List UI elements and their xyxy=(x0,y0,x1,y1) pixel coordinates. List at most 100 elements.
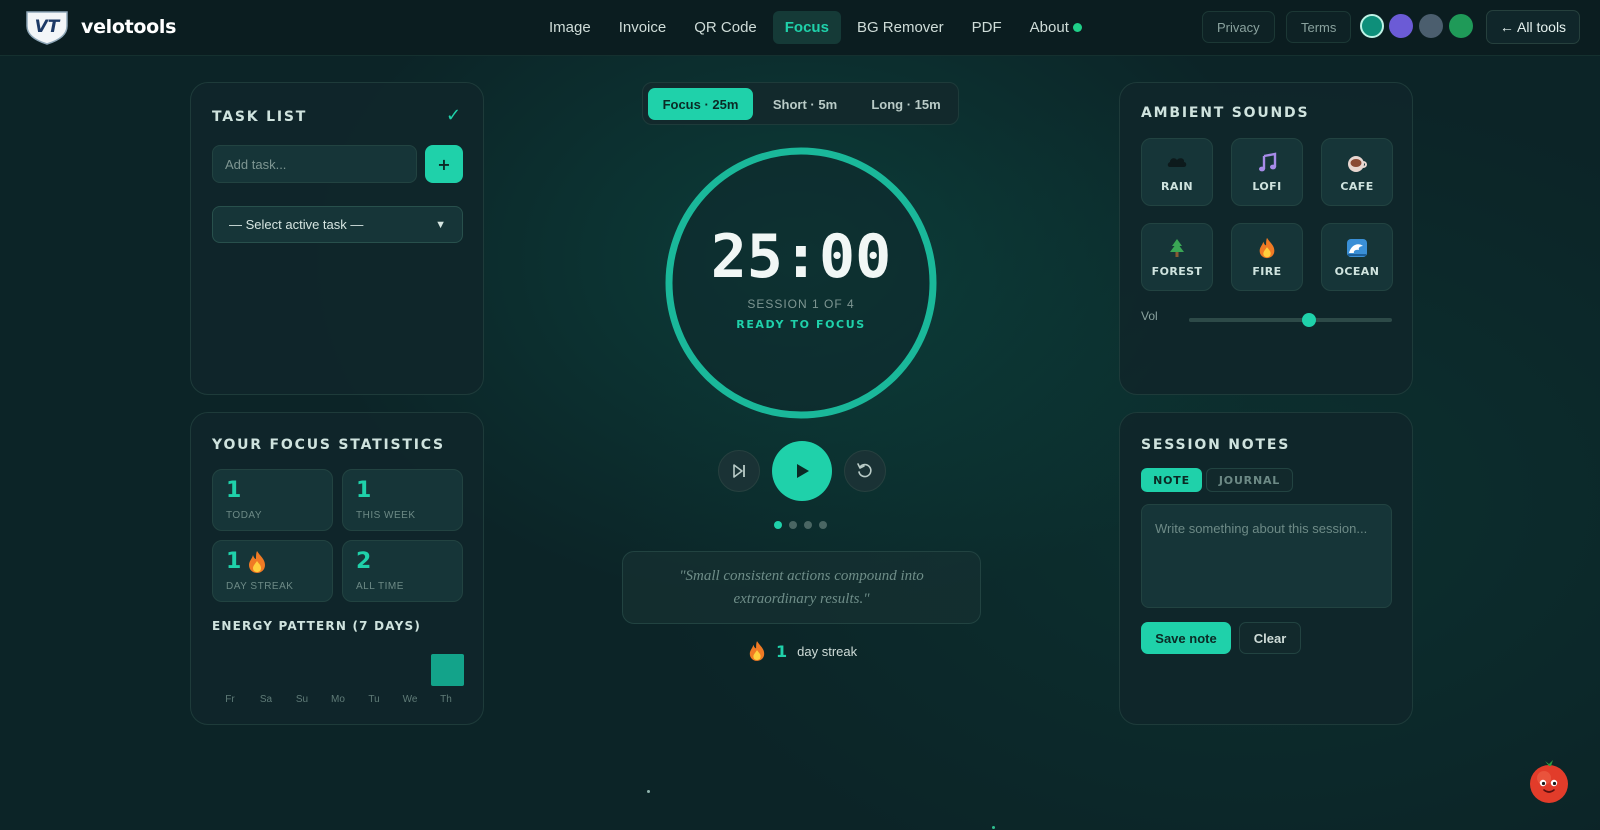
energy-day-label: Sa xyxy=(260,694,273,705)
logo-text: VT xyxy=(35,17,61,37)
music-icon xyxy=(1259,152,1277,171)
coffee-icon xyxy=(1348,155,1367,172)
session-dot xyxy=(774,521,782,529)
stat-card-all-time: 2 ALL TIME xyxy=(342,540,463,602)
focus-statistics-panel: YOUR FOCUS STATISTICS 1 TODAY 1 THIS WEE… xyxy=(190,412,484,725)
cloud-icon xyxy=(1167,157,1187,167)
session-notes-panel: SESSION NOTES NOTE JOURNAL Write somethi… xyxy=(1119,412,1413,725)
nav-item-image[interactable]: Image xyxy=(537,11,603,44)
stat-label: DAY STREAK xyxy=(226,581,294,592)
active-task-select[interactable]: — Select active task — ▼ xyxy=(212,206,463,243)
tomato-mascot-icon[interactable] xyxy=(1527,758,1571,804)
sound-label: LOFI xyxy=(1252,179,1282,193)
timer-status: READY TO FOCUS xyxy=(736,318,866,331)
energy-day-label: Su xyxy=(296,694,308,705)
volume-slider-thumb[interactable] xyxy=(1301,313,1316,327)
add-task-button[interactable]: + xyxy=(425,145,463,183)
sound-label: RAIN xyxy=(1161,179,1193,193)
sound-label: CAFE xyxy=(1340,179,1374,193)
save-note-button[interactable]: Save note xyxy=(1141,622,1231,654)
motivational-quote: "Small consistent actions compound into … xyxy=(622,551,981,624)
session-dot xyxy=(789,521,797,529)
mode-short-break-button[interactable]: Short · 5m xyxy=(755,88,855,120)
streak-count: 1 xyxy=(776,641,788,661)
streak-indicator: 1 day streak xyxy=(748,640,857,662)
nav-item-pdf[interactable]: PDF xyxy=(960,11,1014,44)
top-bar: VT velotools Image Invoice QR Code Focus… xyxy=(0,0,1600,56)
skip-icon xyxy=(733,464,745,478)
session-notes-title: SESSION NOTES xyxy=(1141,437,1291,453)
session-counter: SESSION 1 OF 4 xyxy=(747,297,855,311)
sound-label: OCEAN xyxy=(1334,264,1380,278)
task-list-title: TASK LIST xyxy=(212,109,308,125)
sound-forest-button[interactable]: FOREST xyxy=(1141,223,1213,291)
stat-card-today: 1 TODAY xyxy=(212,469,333,531)
sound-ocean-button[interactable]: OCEAN xyxy=(1321,223,1393,291)
volume-slider[interactable] xyxy=(1189,313,1392,327)
skip-button[interactable] xyxy=(718,450,760,492)
ambient-sounds-panel: AMBIENT SOUNDS RAIN LOFI CAFE FOREST FIR… xyxy=(1119,82,1413,395)
clear-note-button[interactable]: Clear xyxy=(1239,622,1301,654)
sound-label: FOREST xyxy=(1151,264,1203,278)
brand-logo[interactable]: VT xyxy=(24,8,70,46)
flame-icon xyxy=(1259,237,1275,258)
nav-item-qr-code[interactable]: QR Code xyxy=(682,11,769,44)
mode-focus-button[interactable]: Focus · 25m xyxy=(648,88,753,120)
reset-icon xyxy=(857,463,872,478)
theme-swatch-purple[interactable] xyxy=(1389,14,1413,38)
nav-item-focus[interactable]: Focus xyxy=(772,11,841,44)
volume-slider-fill xyxy=(1189,318,1309,322)
flame-icon xyxy=(749,641,765,661)
play-button[interactable] xyxy=(772,441,832,501)
session-dot xyxy=(804,521,812,529)
stat-value: 1 xyxy=(356,478,372,503)
stat-label: TODAY xyxy=(226,510,263,521)
privacy-link[interactable]: Privacy xyxy=(1202,11,1275,43)
chevron-down-icon: ▼ xyxy=(435,218,446,231)
energy-day-label: Fr xyxy=(225,694,235,705)
mode-long-break-button[interactable]: Long · 15m xyxy=(857,88,955,120)
session-note-textarea[interactable]: Write something about this session... xyxy=(1141,504,1392,608)
stat-card-day-streak: 1 DAY STREAK xyxy=(212,540,333,602)
theme-swatch-teal[interactable] xyxy=(1360,14,1384,38)
background-sparkle xyxy=(992,826,995,829)
ambient-sounds-title: AMBIENT SOUNDS xyxy=(1141,105,1310,121)
stat-value-row: 1 xyxy=(226,549,267,574)
reset-button[interactable] xyxy=(844,450,886,492)
energy-day-label: Tu xyxy=(368,694,379,705)
sound-lofi-button[interactable]: LOFI xyxy=(1231,138,1303,206)
status-dot-icon xyxy=(1072,23,1082,32)
tab-journal[interactable]: JOURNAL xyxy=(1206,468,1293,492)
tab-note[interactable]: NOTE xyxy=(1141,468,1202,492)
brand-name[interactable]: velotools xyxy=(81,16,176,38)
energy-pattern-chart: Fr Sa Su Mo Tu We Th xyxy=(225,654,464,705)
timer-display: 25:00 xyxy=(710,222,892,292)
main-nav: Image Invoice QR Code Focus BG Remover P… xyxy=(537,11,1094,44)
terms-link[interactable]: Terms xyxy=(1286,11,1352,43)
session-dots xyxy=(774,521,827,529)
check-icon[interactable]: ✓ xyxy=(446,105,461,126)
all-tools-button[interactable]: ← All tools xyxy=(1486,10,1580,44)
stat-value: 1 xyxy=(226,549,242,574)
nav-item-about[interactable]: About xyxy=(1018,11,1094,44)
energy-day-label: Th xyxy=(440,694,452,705)
nav-item-invoice[interactable]: Invoice xyxy=(607,11,679,44)
theme-swatch-slate[interactable] xyxy=(1419,14,1443,38)
flame-icon xyxy=(249,550,266,573)
play-icon xyxy=(797,464,809,478)
volume-label: Vol xyxy=(1141,309,1158,323)
stat-label: THIS WEEK xyxy=(356,510,416,521)
energy-pattern-title: ENERGY PATTERN (7 DAYS) xyxy=(212,619,422,633)
sound-fire-button[interactable]: FIRE xyxy=(1231,223,1303,291)
theme-swatch-green[interactable] xyxy=(1449,14,1473,38)
add-task-input[interactable]: Add task... xyxy=(212,145,417,183)
session-dot xyxy=(819,521,827,529)
nav-item-bg-remover[interactable]: BG Remover xyxy=(845,11,956,44)
stat-value: 1 xyxy=(226,478,242,503)
tree-icon xyxy=(1170,238,1184,257)
sound-label: FIRE xyxy=(1252,264,1282,278)
stat-card-this-week: 1 THIS WEEK xyxy=(342,469,463,531)
active-task-select-value: — Select active task — xyxy=(229,217,364,232)
sound-cafe-button[interactable]: CAFE xyxy=(1321,138,1393,206)
sound-rain-button[interactable]: RAIN xyxy=(1141,138,1213,206)
